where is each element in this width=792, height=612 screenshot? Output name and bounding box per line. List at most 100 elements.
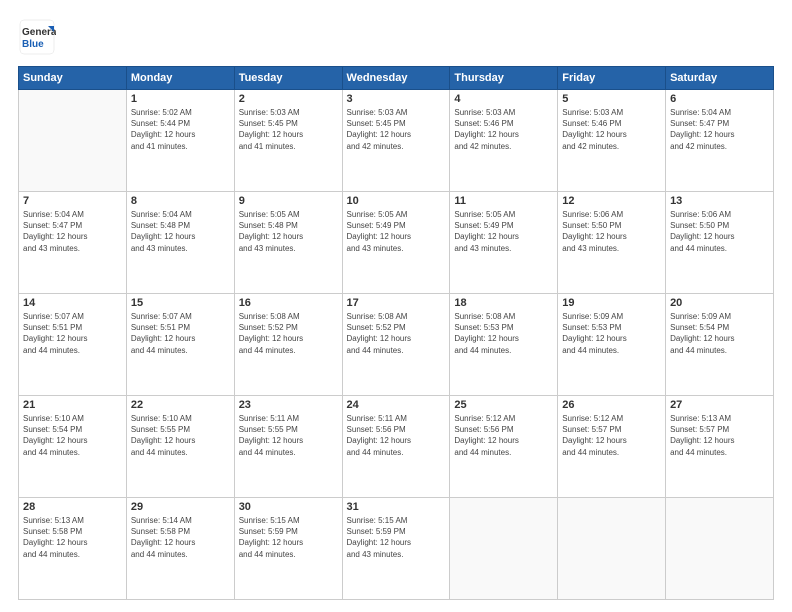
day-number: 13 xyxy=(670,195,769,207)
calendar-cell xyxy=(558,498,666,600)
day-number: 1 xyxy=(131,93,230,105)
day-info: Sunrise: 5:06 AM Sunset: 5:50 PM Dayligh… xyxy=(562,209,661,254)
calendar-header-tuesday: Tuesday xyxy=(234,67,342,90)
day-number: 5 xyxy=(562,93,661,105)
calendar-cell: 18 Sunrise: 5:08 AM Sunset: 5:53 PM Dayli… xyxy=(450,294,558,396)
day-info: Sunrise: 5:13 AM Sunset: 5:57 PM Dayligh… xyxy=(670,413,769,458)
day-number: 12 xyxy=(562,195,661,207)
day-number: 2 xyxy=(239,93,338,105)
calendar-cell: 3 Sunrise: 5:03 AM Sunset: 5:45 PM Daylig… xyxy=(342,90,450,192)
day-info: Sunrise: 5:08 AM Sunset: 5:53 PM Dayligh… xyxy=(454,311,553,356)
day-info: Sunrise: 5:05 AM Sunset: 5:49 PM Dayligh… xyxy=(347,209,446,254)
day-info: Sunrise: 5:07 AM Sunset: 5:51 PM Dayligh… xyxy=(131,311,230,356)
day-number: 30 xyxy=(239,501,338,513)
calendar-cell: 9Sunrise: 5:05 AM Sunset: 5:48 PM Daylig… xyxy=(234,192,342,294)
day-number: 3 xyxy=(347,93,446,105)
day-info: Sunrise: 5:05 AM Sunset: 5:49 PM Dayligh… xyxy=(454,209,553,254)
day-info: Sunrise: 5:07 AM Sunset: 5:51 PM Dayligh… xyxy=(23,311,122,356)
calendar-cell: 23 Sunrise: 5:11 AM Sunset: 5:55 PM Dayli… xyxy=(234,396,342,498)
calendar-cell: 28 Sunrise: 5:13 AM Sunset: 5:58 PM Dayli… xyxy=(19,498,127,600)
calendar-header-thursday: Thursday xyxy=(450,67,558,90)
calendar-week-2: 7 Sunrise: 5:04 AM Sunset: 5:47 PM Daylig… xyxy=(19,192,774,294)
calendar-cell: 27Sunrise: 5:13 AM Sunset: 5:57 PM Dayli… xyxy=(666,396,774,498)
day-number: 11 xyxy=(454,195,553,207)
calendar-table: SundayMondayTuesdayWednesdayThursdayFrid… xyxy=(18,66,774,600)
calendar-week-5: 28 Sunrise: 5:13 AM Sunset: 5:58 PM Dayli… xyxy=(19,498,774,600)
day-number: 4 xyxy=(454,93,553,105)
day-number: 14 xyxy=(23,297,122,309)
calendar-cell: 30 Sunrise: 5:15 AM Sunset: 5:59 PM Dayli… xyxy=(234,498,342,600)
day-info: Sunrise: 5:13 AM Sunset: 5:58 PM Dayligh… xyxy=(23,515,122,560)
day-number: 9 xyxy=(239,195,338,207)
day-number: 28 xyxy=(23,501,122,513)
day-info: Sunrise: 5:04 AM Sunset: 5:48 PM Dayligh… xyxy=(131,209,230,254)
header: General Blue xyxy=(18,18,774,56)
day-number: 21 xyxy=(23,399,122,411)
day-number: 15 xyxy=(131,297,230,309)
day-info: Sunrise: 5:02 AM Sunset: 5:44 PM Dayligh… xyxy=(131,107,230,152)
calendar-week-1: 1 Sunrise: 5:02 AM Sunset: 5:44 PM Daylig… xyxy=(19,90,774,192)
calendar-cell: 11 Sunrise: 5:05 AM Sunset: 5:49 PM Dayli… xyxy=(450,192,558,294)
calendar-cell: 13 Sunrise: 5:06 AM Sunset: 5:50 PM Dayli… xyxy=(666,192,774,294)
day-number: 7 xyxy=(23,195,122,207)
calendar-week-3: 14 Sunrise: 5:07 AM Sunset: 5:51 PM Dayli… xyxy=(19,294,774,396)
day-number: 19 xyxy=(562,297,661,309)
calendar-week-4: 21 Sunrise: 5:10 AM Sunset: 5:54 PM Dayli… xyxy=(19,396,774,498)
calendar-cell: 12 Sunrise: 5:06 AM Sunset: 5:50 PM Dayli… xyxy=(558,192,666,294)
day-number: 6 xyxy=(670,93,769,105)
day-info: Sunrise: 5:08 AM Sunset: 5:52 PM Dayligh… xyxy=(347,311,446,356)
svg-text:Blue: Blue xyxy=(22,39,44,50)
calendar-cell: 7 Sunrise: 5:04 AM Sunset: 5:47 PM Daylig… xyxy=(19,192,127,294)
day-number: 8 xyxy=(131,195,230,207)
day-info: Sunrise: 5:03 AM Sunset: 5:46 PM Dayligh… xyxy=(454,107,553,152)
calendar-cell xyxy=(666,498,774,600)
day-number: 26 xyxy=(562,399,661,411)
day-info: Sunrise: 5:11 AM Sunset: 5:56 PM Dayligh… xyxy=(347,413,446,458)
day-number: 29 xyxy=(131,501,230,513)
day-info: Sunrise: 5:09 AM Sunset: 5:54 PM Dayligh… xyxy=(670,311,769,356)
day-info: Sunrise: 5:03 AM Sunset: 5:45 PM Dayligh… xyxy=(347,107,446,152)
calendar-header-sunday: Sunday xyxy=(19,67,127,90)
day-info: Sunrise: 5:03 AM Sunset: 5:45 PM Dayligh… xyxy=(239,107,338,152)
calendar-cell: 25Sunrise: 5:12 AM Sunset: 5:56 PM Dayli… xyxy=(450,396,558,498)
day-number: 18 xyxy=(454,297,553,309)
calendar-cell: 2 Sunrise: 5:03 AM Sunset: 5:45 PM Daylig… xyxy=(234,90,342,192)
day-info: Sunrise: 5:14 AM Sunset: 5:58 PM Dayligh… xyxy=(131,515,230,560)
calendar-header-friday: Friday xyxy=(558,67,666,90)
day-info: Sunrise: 5:03 AM Sunset: 5:46 PM Dayligh… xyxy=(562,107,661,152)
calendar-cell: 6Sunrise: 5:04 AM Sunset: 5:47 PM Daylig… xyxy=(666,90,774,192)
calendar-cell: 14 Sunrise: 5:07 AM Sunset: 5:51 PM Dayli… xyxy=(19,294,127,396)
day-info: Sunrise: 5:09 AM Sunset: 5:53 PM Dayligh… xyxy=(562,311,661,356)
calendar-cell: 4 Sunrise: 5:03 AM Sunset: 5:46 PM Daylig… xyxy=(450,90,558,192)
calendar-cell: 20 Sunrise: 5:09 AM Sunset: 5:54 PM Dayli… xyxy=(666,294,774,396)
day-number: 31 xyxy=(347,501,446,513)
day-number: 24 xyxy=(347,399,446,411)
day-info: Sunrise: 5:04 AM Sunset: 5:47 PM Dayligh… xyxy=(23,209,122,254)
day-number: 17 xyxy=(347,297,446,309)
calendar-cell: 16 Sunrise: 5:08 AM Sunset: 5:52 PM Dayli… xyxy=(234,294,342,396)
calendar-cell: 19 Sunrise: 5:09 AM Sunset: 5:53 PM Dayli… xyxy=(558,294,666,396)
calendar-cell: 31 Sunrise: 5:15 AM Sunset: 5:59 PM Dayli… xyxy=(342,498,450,600)
day-info: Sunrise: 5:12 AM Sunset: 5:57 PM Dayligh… xyxy=(562,413,661,458)
calendar-header-row: SundayMondayTuesdayWednesdayThursdayFrid… xyxy=(19,67,774,90)
day-number: 20 xyxy=(670,297,769,309)
calendar-cell: 15 Sunrise: 5:07 AM Sunset: 5:51 PM Dayli… xyxy=(126,294,234,396)
day-info: Sunrise: 5:10 AM Sunset: 5:54 PM Dayligh… xyxy=(23,413,122,458)
calendar-cell: 17 Sunrise: 5:08 AM Sunset: 5:52 PM Dayli… xyxy=(342,294,450,396)
day-number: 23 xyxy=(239,399,338,411)
calendar-cell: 8 Sunrise: 5:04 AM Sunset: 5:48 PM Daylig… xyxy=(126,192,234,294)
page: General Blue SundayMondayTuesdayWednesda… xyxy=(0,0,792,612)
day-number: 22 xyxy=(131,399,230,411)
day-info: Sunrise: 5:15 AM Sunset: 5:59 PM Dayligh… xyxy=(239,515,338,560)
calendar-cell: 22Sunrise: 5:10 AM Sunset: 5:55 PM Dayli… xyxy=(126,396,234,498)
logo: General Blue xyxy=(18,18,58,56)
calendar-header-saturday: Saturday xyxy=(666,67,774,90)
day-info: Sunrise: 5:08 AM Sunset: 5:52 PM Dayligh… xyxy=(239,311,338,356)
calendar-cell: 29 Sunrise: 5:14 AM Sunset: 5:58 PM Dayli… xyxy=(126,498,234,600)
calendar-cell: 10Sunrise: 5:05 AM Sunset: 5:49 PM Dayli… xyxy=(342,192,450,294)
day-number: 16 xyxy=(239,297,338,309)
day-info: Sunrise: 5:15 AM Sunset: 5:59 PM Dayligh… xyxy=(347,515,446,560)
day-info: Sunrise: 5:12 AM Sunset: 5:56 PM Dayligh… xyxy=(454,413,553,458)
day-info: Sunrise: 5:11 AM Sunset: 5:55 PM Dayligh… xyxy=(239,413,338,458)
day-info: Sunrise: 5:06 AM Sunset: 5:50 PM Dayligh… xyxy=(670,209,769,254)
